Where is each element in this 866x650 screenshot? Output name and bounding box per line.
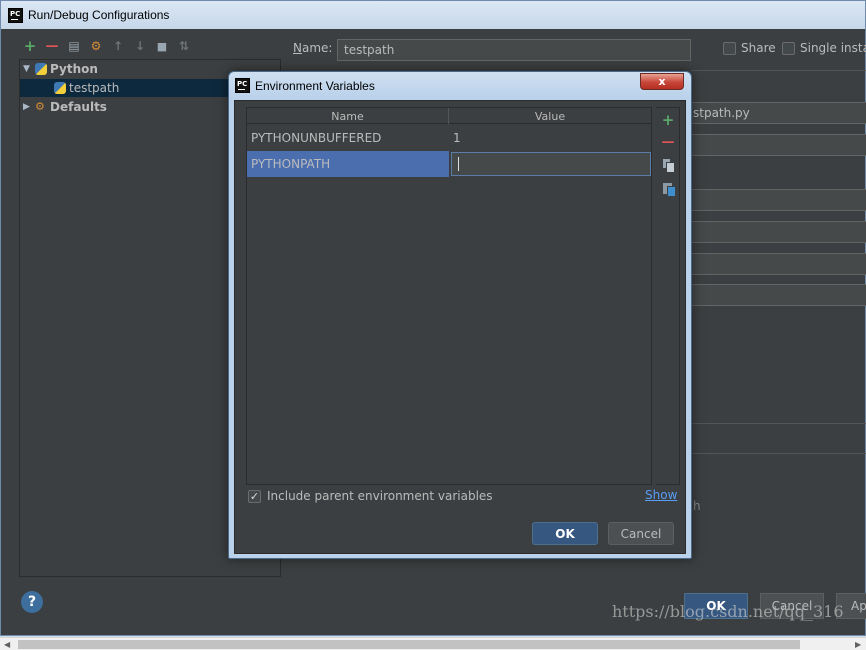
table-header: Name Value bbox=[247, 108, 651, 124]
include-parent-option[interactable]: ✓ Include parent environment variables bbox=[248, 489, 493, 503]
dialog-titlebar: PC Environment Variables x bbox=[229, 72, 691, 99]
defaults-icon: ⚙ bbox=[35, 100, 45, 113]
python-run-icon bbox=[54, 82, 66, 94]
edit-defaults-icon[interactable]: ⚙ bbox=[85, 35, 107, 57]
share-checkbox[interactable] bbox=[723, 41, 736, 55]
copy-config-icon[interactable]: ▤ bbox=[63, 35, 85, 57]
folder-icon[interactable]: ■ bbox=[151, 35, 173, 57]
section-divider bbox=[691, 453, 866, 454]
config-name-input[interactable]: testpath bbox=[337, 39, 691, 61]
interpreter-options-field[interactable] bbox=[691, 253, 866, 275]
config-toolbar: + — ▤ ⚙ ↑ ↓ ■ ⇅ bbox=[19, 35, 195, 57]
close-icon[interactable]: x bbox=[640, 73, 684, 90]
environment-field[interactable] bbox=[691, 189, 866, 211]
tree-item-testpath-label: testpath bbox=[69, 81, 120, 95]
text-caret bbox=[458, 157, 459, 171]
help-button[interactable]: ? bbox=[21, 591, 43, 613]
env-name-cell[interactable]: PYTHONUNBUFFERED bbox=[247, 125, 449, 151]
python-interpreter-field[interactable] bbox=[691, 221, 866, 243]
single-instance-option[interactable]: Single instan bbox=[782, 41, 866, 55]
hidden-label-fragment: h bbox=[693, 499, 701, 513]
scroll-left-icon[interactable]: ◀ bbox=[4, 638, 10, 650]
name-label-rest: ame: bbox=[301, 41, 333, 55]
table-side-toolbar: + — bbox=[656, 107, 680, 485]
environment-variables-dialog: PC Environment Variables x Name Value PY… bbox=[228, 71, 692, 559]
tree-item-defaults-label: Defaults bbox=[50, 100, 107, 114]
dialog-title: Environment Variables bbox=[255, 78, 375, 93]
copy-variable-icon[interactable] bbox=[660, 157, 676, 173]
table-row[interactable]: PYTHONUNBUFFERED 1 bbox=[247, 125, 651, 151]
single-instance-label: Single instan bbox=[800, 41, 866, 55]
remove-config-icon[interactable]: — bbox=[41, 35, 63, 57]
paste-icon bbox=[662, 182, 676, 197]
share-option[interactable]: Share bbox=[723, 41, 776, 55]
column-header-value[interactable]: Value bbox=[449, 108, 651, 124]
table-row-selected[interactable]: PYTHONPATH bbox=[247, 151, 651, 177]
window-titlebar: PC Run/Debug Configurations bbox=[1, 1, 865, 29]
env-value-cell[interactable]: 1 bbox=[449, 125, 651, 151]
pycharm-logo-icon: PC bbox=[235, 78, 250, 93]
python-icon bbox=[35, 63, 47, 75]
copy-icon bbox=[662, 159, 675, 173]
single-instance-checkbox[interactable] bbox=[782, 41, 795, 55]
show-link[interactable]: Show bbox=[645, 488, 677, 502]
env-vars-table: Name Value PYTHONUNBUFFERED 1 PYTHONPATH bbox=[246, 107, 652, 485]
window-title: Run/Debug Configurations bbox=[28, 8, 170, 22]
script-path-text: stpath.py bbox=[693, 106, 750, 120]
working-directory-field[interactable] bbox=[691, 284, 866, 306]
include-parent-checkbox[interactable]: ✓ bbox=[248, 489, 261, 503]
parameters-field[interactable] bbox=[691, 134, 866, 156]
tab-divider bbox=[691, 70, 866, 71]
sort-icon[interactable]: ⇅ bbox=[173, 35, 195, 57]
collapsed-arrow-icon[interactable]: ▶ bbox=[23, 102, 35, 112]
scrollbar-thumb[interactable] bbox=[18, 640, 800, 649]
move-up-icon[interactable]: ↑ bbox=[107, 35, 129, 57]
column-header-name[interactable]: Name bbox=[247, 108, 449, 124]
remove-variable-icon[interactable]: — bbox=[660, 134, 676, 150]
paste-variable-icon[interactable] bbox=[660, 180, 676, 197]
env-value-editor[interactable] bbox=[451, 152, 651, 176]
section-divider bbox=[691, 423, 866, 424]
scroll-right-icon[interactable]: ▶ bbox=[855, 638, 861, 650]
env-name-cell[interactable]: PYTHONPATH bbox=[247, 151, 449, 177]
dialog-ok-button[interactable]: OK bbox=[532, 522, 598, 545]
watermark: https://blog.csdn.net/qq_316 bbox=[612, 602, 844, 621]
dialog-cancel-button[interactable]: Cancel bbox=[608, 522, 674, 545]
share-label: Share bbox=[741, 41, 776, 55]
pycharm-logo-icon: PC bbox=[8, 7, 23, 23]
move-down-icon[interactable]: ↓ bbox=[129, 35, 151, 57]
name-label: Name: bbox=[293, 41, 333, 55]
add-variable-icon[interactable]: + bbox=[660, 111, 676, 129]
tree-item-python-label: Python bbox=[50, 62, 98, 76]
dialog-body: Name Value PYTHONUNBUFFERED 1 PYTHONPATH… bbox=[234, 100, 686, 554]
expanded-arrow-icon[interactable]: ▼ bbox=[23, 64, 35, 74]
horizontal-scrollbar[interactable]: ◀ ▶ bbox=[0, 637, 866, 650]
include-parent-label: Include parent environment variables bbox=[267, 489, 493, 503]
add-config-icon[interactable]: + bbox=[19, 35, 41, 57]
